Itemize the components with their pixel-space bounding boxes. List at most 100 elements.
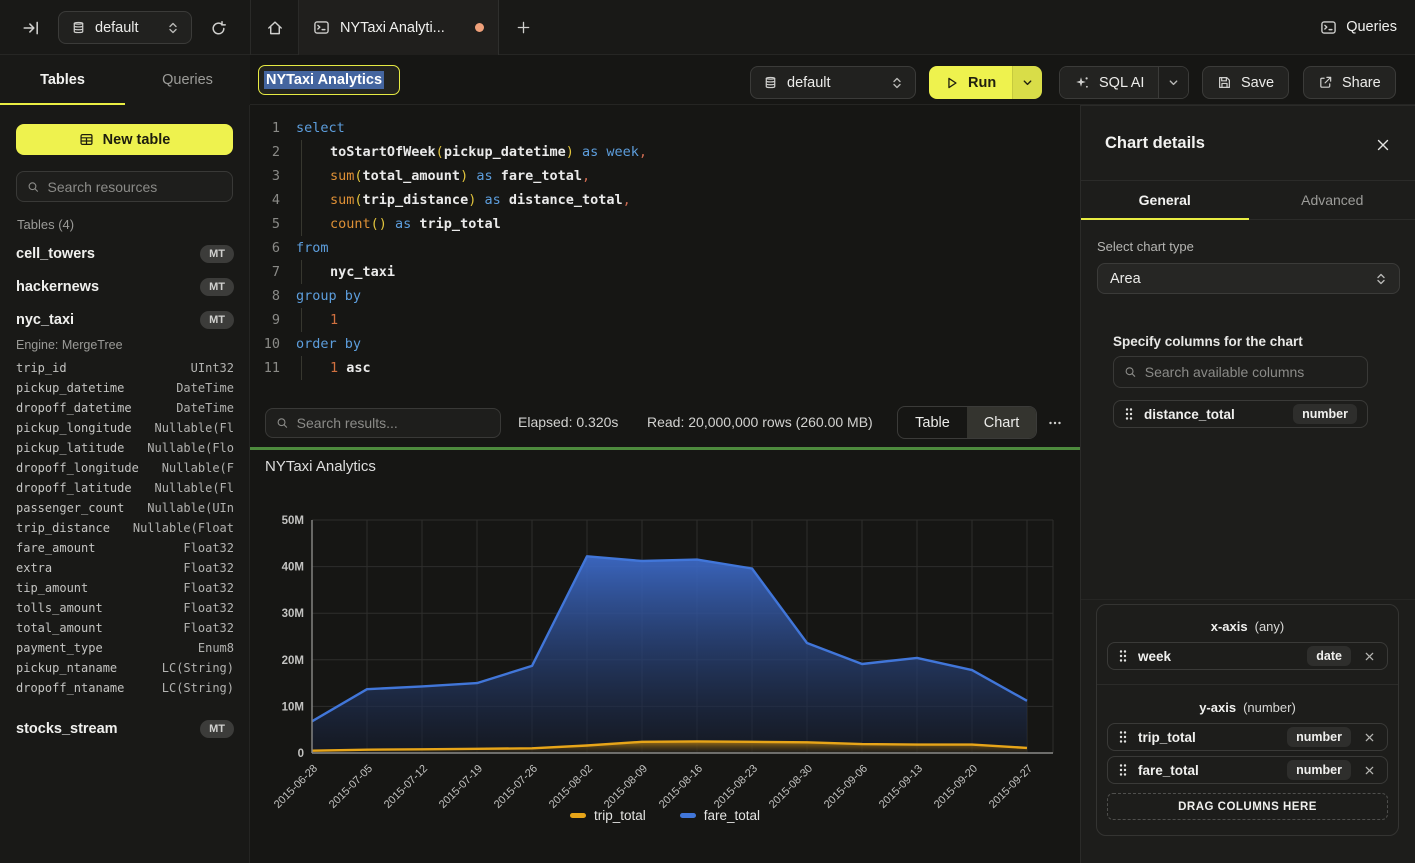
axes-config-box: x-axis (any) weekdate y-axis (number) tr… <box>1096 604 1399 836</box>
new-table-button[interactable]: New table <box>16 124 233 155</box>
column-row[interactable]: dropoff_datetimeDateTime <box>0 398 250 418</box>
legend-swatch <box>680 813 696 818</box>
drag-handle-icon[interactable] <box>1118 649 1128 663</box>
axes-divider <box>1097 684 1398 685</box>
drag-handle-icon[interactable] <box>1118 730 1128 744</box>
column-row[interactable]: dropoff_longitudeNullable(F <box>0 458 250 478</box>
column-row[interactable]: tolls_amountFloat32 <box>0 598 250 618</box>
chip-type-badge: date <box>1307 646 1351 666</box>
column-row[interactable]: dropoff_latitudeNullable(Fl <box>0 478 250 498</box>
chevron-updown-icon <box>891 76 903 90</box>
chart-legend: trip_total fare_total <box>250 808 1080 823</box>
column-name: fare_amount <box>16 541 95 555</box>
legend-item[interactable]: fare_total <box>680 808 760 823</box>
line-number: 2 <box>250 140 280 164</box>
x-axis-header: x-axis (any) <box>1097 619 1398 634</box>
editor-line: 4sum(trip_distance) as distance_total, <box>250 188 1080 212</box>
sidebar-tab-tables[interactable]: Tables <box>0 55 125 105</box>
tab-nytaxi-analytics[interactable]: NYTaxi Analyti... <box>299 0 499 55</box>
column-row[interactable]: extraFloat32 <box>0 558 250 578</box>
toolbar-database-value: default <box>787 75 882 91</box>
column-row[interactable]: fare_amountFloat32 <box>0 538 250 558</box>
column-row[interactable]: total_amountFloat32 <box>0 618 250 638</box>
column-row[interactable]: dropoff_ntanameLC(String) <box>0 678 250 698</box>
share-button[interactable]: Share <box>1303 66 1396 99</box>
column-chip[interactable]: distance_totalnumber <box>1113 400 1368 428</box>
queries-button[interactable]: Queries <box>1320 12 1397 42</box>
sidebar-tab-queries[interactable]: Queries <box>125 55 250 105</box>
remove-chip-button[interactable] <box>1361 729 1377 745</box>
close-panel-button[interactable] <box>1372 134 1394 156</box>
column-chip[interactable]: fare_totalnumber <box>1107 756 1388 784</box>
panel-tab-advanced[interactable]: Advanced <box>1249 181 1415 219</box>
svg-text:2015-08-16: 2015-08-16 <box>657 763 705 811</box>
view-toggle-table[interactable]: Table <box>898 407 967 438</box>
remove-chip-button[interactable] <box>1361 648 1377 664</box>
column-row[interactable]: tip_amountFloat32 <box>0 578 250 598</box>
legend-swatch <box>570 813 586 818</box>
columns-search[interactable] <box>1113 356 1368 388</box>
database-selector[interactable]: default <box>58 11 192 44</box>
column-row[interactable]: pickup_latitudeNullable(Flo <box>0 438 250 458</box>
editor-line: 5count() as trip_total <box>250 212 1080 236</box>
legend-item[interactable]: trip_total <box>570 808 646 823</box>
query-title-input[interactable]: NYTaxi Analytics <box>258 65 400 95</box>
editor-line: 7nyc_taxi <box>250 260 1080 284</box>
sql-ai-button[interactable]: SQL AI <box>1060 67 1158 98</box>
save-button[interactable]: Save <box>1202 66 1289 99</box>
play-icon <box>945 76 959 90</box>
editor-line: 2toStartOfWeek(pickup_datetime) as week, <box>250 140 1080 164</box>
column-row[interactable]: pickup_datetimeDateTime <box>0 378 250 398</box>
chip-column-name: fare_total <box>1138 763 1277 778</box>
drop-zone[interactable]: DRAG COLUMNS HERE <box>1107 793 1388 820</box>
home-tab[interactable] <box>251 0 299 55</box>
view-toggle-chart[interactable]: Chart <box>967 407 1036 438</box>
sidebar-search-input[interactable] <box>48 179 222 195</box>
column-row[interactable]: payment_typeEnum8 <box>0 638 250 658</box>
drag-handle-icon[interactable] <box>1124 407 1134 421</box>
chart-type-select[interactable]: Area <box>1097 263 1400 294</box>
new-tab-button[interactable] <box>499 0 547 55</box>
table-row[interactable]: nyc_taxiMT <box>0 303 250 336</box>
svg-text:30M: 30M <box>282 608 304 620</box>
column-type: DateTime <box>176 381 234 395</box>
toolbar-database-selector[interactable]: default <box>750 66 916 99</box>
collapse-sidebar-button[interactable] <box>16 14 46 42</box>
column-row[interactable]: passenger_countNullable(UIn <box>0 498 250 518</box>
search-icon <box>27 180 40 194</box>
table-row[interactable]: hackernewsMT <box>0 270 250 303</box>
run-options-button[interactable] <box>1012 66 1042 99</box>
refresh-icon <box>210 20 227 37</box>
sidebar-search[interactable] <box>16 171 233 202</box>
column-type: Float32 <box>183 561 234 575</box>
more-options-button[interactable] <box>1043 411 1067 435</box>
sidebar: New table Tables (4) cell_towersMThacker… <box>0 105 250 863</box>
results-search-input[interactable] <box>297 415 490 431</box>
svg-text:2015-06-28: 2015-06-28 <box>272 763 320 811</box>
run-button[interactable]: Run <box>929 66 1012 99</box>
svg-text:2015-09-20: 2015-09-20 <box>932 763 980 811</box>
line-number: 3 <box>250 164 280 188</box>
panel-tab-general[interactable]: General <box>1081 181 1249 219</box>
column-type: Nullable(F <box>162 461 234 475</box>
refresh-button[interactable] <box>203 14 233 42</box>
panel-separator <box>1081 599 1415 600</box>
remove-chip-button[interactable] <box>1361 762 1377 778</box>
column-row[interactable]: pickup_ntanameLC(String) <box>0 658 250 678</box>
table-row[interactable]: cell_towersMT <box>0 237 250 270</box>
column-chip[interactable]: trip_totalnumber <box>1107 723 1388 751</box>
table-engine-line: Engine: MergeTree <box>0 336 250 358</box>
column-chip[interactable]: weekdate <box>1107 642 1388 670</box>
drag-handle-icon[interactable] <box>1118 763 1128 777</box>
column-name: trip_distance <box>16 521 110 535</box>
column-row[interactable]: pickup_longitudeNullable(Fl <box>0 418 250 438</box>
results-search[interactable] <box>265 408 501 438</box>
svg-text:2015-09-13: 2015-09-13 <box>877 763 925 811</box>
sql-ai-options-button[interactable] <box>1158 67 1188 98</box>
columns-search-input[interactable] <box>1145 364 1357 380</box>
column-row[interactable]: trip_distanceNullable(Float <box>0 518 250 538</box>
table-row[interactable]: stocks_streamMT <box>0 712 250 745</box>
x-axis-chips: weekdate <box>1107 642 1388 670</box>
column-row[interactable]: trip_idUInt32 <box>0 358 250 378</box>
sql-editor[interactable]: 1select2toStartOfWeek(pickup_datetime) a… <box>250 105 1080 402</box>
